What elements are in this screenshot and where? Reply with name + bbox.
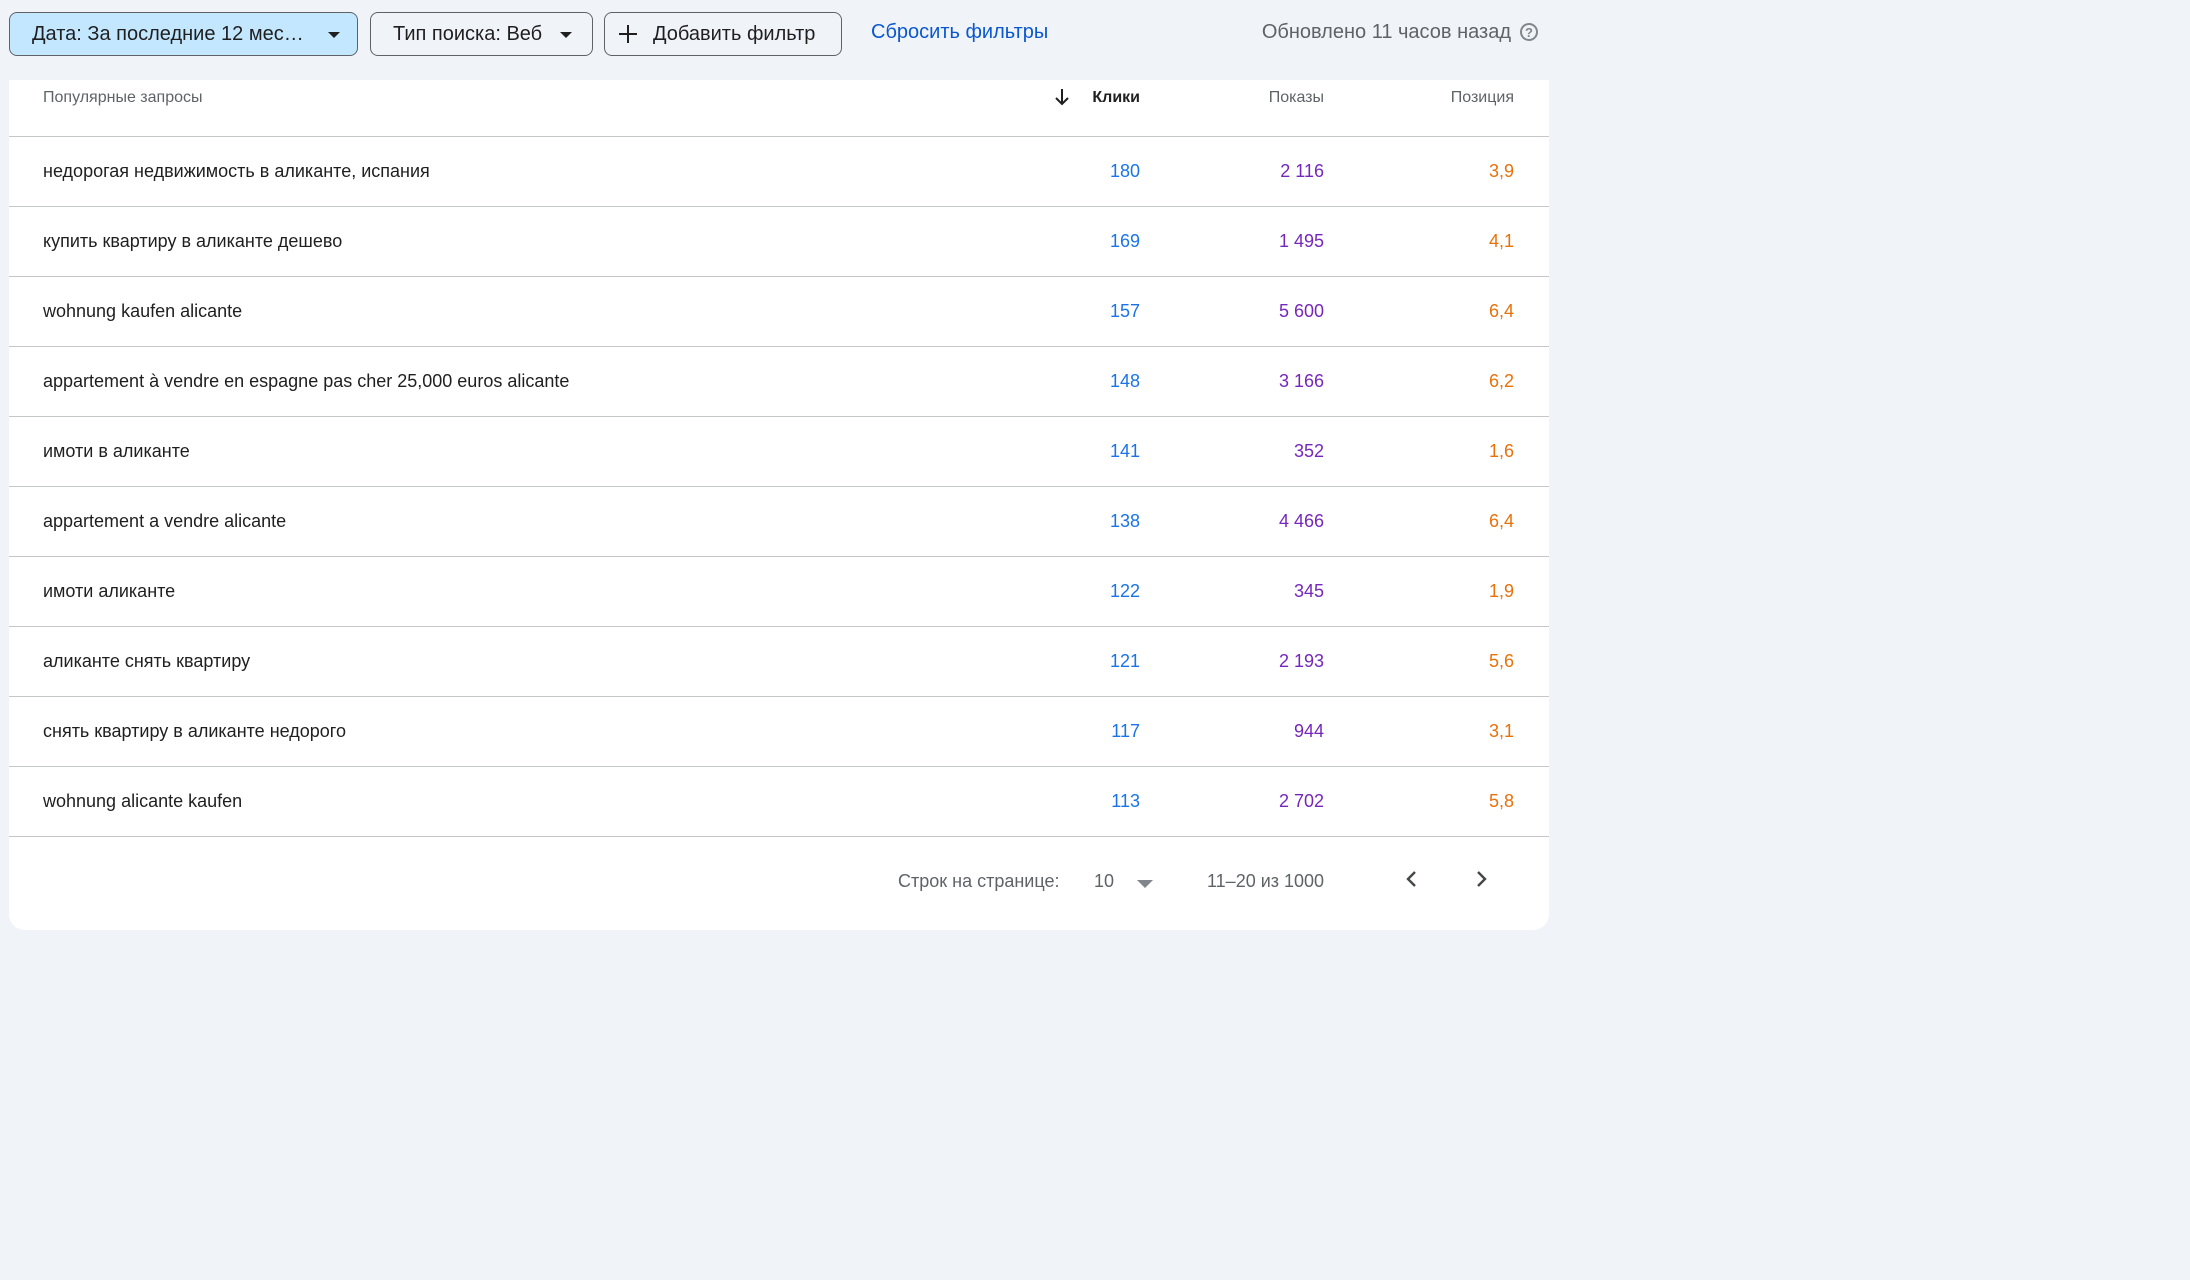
query-cell: appartement à vendre en espagne pas cher…: [43, 371, 570, 391]
table-row[interactable]: имоти аликанте 122 345 1,9: [9, 557, 1549, 627]
arrow-down-icon[interactable]: [1053, 87, 1071, 107]
last-updated-text: Обновлено 11 часов назад: [1261, 21, 1511, 43]
table-row[interactable]: аликанте снять квартиру 121 2 193 5,6: [9, 627, 1549, 697]
query-cell: wohnung kaufen alicante: [43, 301, 243, 321]
search-type-filter-label: Тип поиска: Веб: [393, 22, 543, 45]
chevron-down-icon: [328, 32, 340, 38]
clicks-cell: 121: [1109, 651, 1140, 671]
position-cell: 6,2: [1488, 371, 1514, 391]
query-cell: недорогая недвижимость в аликанте, испан…: [43, 161, 430, 181]
chevron-down-icon: [1137, 880, 1153, 888]
table-row[interactable]: wohnung kaufen alicante 157 5 600 6,4: [9, 277, 1549, 347]
search-type-filter-chip[interactable]: Тип поиска: Веб: [370, 12, 593, 56]
plus-icon: [619, 25, 637, 43]
pagination-bar: Строк на странице: 10 11–20 из 1000: [9, 838, 1549, 918]
impressions-cell: 5 600: [1278, 301, 1324, 321]
position-cell: 1,9: [1488, 581, 1514, 601]
clicks-cell: 180: [1109, 161, 1140, 181]
table-row[interactable]: имоти в аликанте 141 352 1,6: [9, 417, 1549, 487]
position-cell: 3,1: [1488, 721, 1514, 741]
position-cell: 5,8: [1488, 791, 1514, 811]
date-filter-chip[interactable]: Дата: За последние 12 мес…: [9, 12, 358, 56]
clicks-cell: 122: [1109, 581, 1140, 601]
clicks-cell: 138: [1109, 511, 1140, 531]
impressions-cell: 2 193: [1278, 651, 1324, 671]
impressions-cell: 352: [1293, 441, 1324, 461]
clicks-cell: 169: [1109, 231, 1140, 251]
pagination-range: 11–20 из 1000: [1207, 871, 1325, 891]
date-filter-label: Дата: За последние 12 мес…: [32, 22, 304, 45]
clicks-cell: 113: [1111, 791, 1140, 811]
table-row[interactable]: wohnung alicante kaufen 113 2 702 5,8: [9, 767, 1549, 837]
clicks-cell: 141: [1109, 441, 1140, 461]
rows-per-page-label: Строк на странице:: [898, 871, 1060, 891]
table-row[interactable]: снять квартиру в аликанте недорого 117 944…: [9, 697, 1549, 767]
clicks-cell: 157: [1109, 301, 1140, 321]
queries-table-card: Популярные запросы Клики Показы Позиция …: [9, 80, 1549, 930]
query-cell: имоти в аликанте: [43, 441, 190, 461]
rows-per-page-select[interactable]: 10: [1094, 864, 1164, 898]
query-cell: купить квартиру в аликанте дешево: [43, 231, 343, 251]
impressions-cell: 4 466: [1278, 511, 1324, 531]
table-row[interactable]: недорогая недвижимость в аликанте, испан…: [9, 137, 1549, 207]
rows-per-page-value: 10: [1094, 871, 1115, 891]
help-icon[interactable]: ?: [1520, 23, 1538, 41]
table-row[interactable]: купить квартиру в аликанте дешево 169 1 49…: [9, 207, 1549, 277]
position-cell: 6,4: [1488, 511, 1514, 531]
query-cell: wohnung alicante kaufen: [43, 791, 243, 811]
position-cell: 3,9: [1488, 161, 1514, 181]
table-header: Популярные запросы Клики Показы Позиция: [9, 80, 1549, 137]
add-filter-label: Добавить фильтр: [653, 22, 816, 45]
clicks-cell: 117: [1111, 721, 1140, 741]
impressions-cell: 2 702: [1278, 791, 1324, 811]
impressions-cell: 944: [1293, 721, 1324, 741]
reset-filters-link[interactable]: Сбросить фильтры: [871, 21, 1048, 44]
previous-page-icon[interactable]: [1397, 864, 1427, 894]
query-cell: appartement a vendre alicante: [43, 511, 287, 531]
impressions-cell: 1 495: [1278, 231, 1324, 251]
column-header-query[interactable]: Популярные запросы: [43, 89, 202, 107]
impressions-cell: 3 166: [1278, 371, 1324, 391]
table-row[interactable]: appartement à vendre en espagne pas cher…: [9, 347, 1549, 417]
column-header-clicks[interactable]: Клики: [1092, 89, 1140, 107]
column-header-position[interactable]: Позиция: [1451, 89, 1514, 107]
filter-toolbar: Дата: За последние 12 мес… Тип поиска: В…: [0, 0, 1568, 80]
query-cell: снять квартиру в аликанте недорого: [43, 721, 346, 741]
add-filter-button[interactable]: Добавить фильтр: [604, 12, 842, 56]
query-cell: аликанте снять квартиру: [43, 651, 251, 671]
table-row[interactable]: appartement a vendre alicante 138 4 466 6,4: [9, 487, 1549, 557]
position-cell: 4,1: [1488, 231, 1514, 251]
column-header-impressions[interactable]: Показы: [1269, 89, 1324, 107]
impressions-cell: 2 116: [1280, 161, 1324, 181]
chevron-down-icon: [560, 32, 572, 38]
next-page-icon[interactable]: [1466, 864, 1496, 894]
position-cell: 5,6: [1488, 651, 1514, 671]
position-cell: 1,6: [1488, 441, 1514, 461]
clicks-cell: 148: [1109, 371, 1140, 391]
query-cell: имоти аликанте: [43, 581, 176, 601]
impressions-cell: 345: [1293, 581, 1324, 601]
position-cell: 6,4: [1488, 301, 1514, 321]
